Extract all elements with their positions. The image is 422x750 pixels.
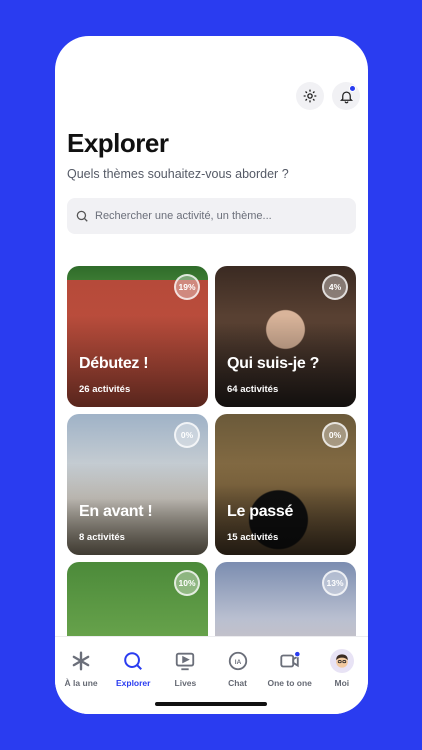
ia-chat-icon: IA (226, 649, 250, 673)
svg-text:IA: IA (234, 659, 241, 666)
card-activity-count: 26 activités (79, 384, 131, 395)
progress-badge: 4% (322, 274, 348, 300)
card-title: Le passé (227, 503, 294, 520)
phone-screen: Explorer Quels thèmes souhaitez-vous abo… (55, 36, 368, 714)
tab-explorer[interactable]: Explorer (107, 649, 159, 714)
notifications-button[interactable] (332, 82, 360, 110)
page-subtitle: Quels thèmes souhaitez-vous aborder ? (67, 167, 289, 181)
progress-badge: 13% (322, 570, 348, 596)
card-title: Qui suis-je ? (227, 355, 320, 372)
search-icon (121, 649, 145, 673)
progress-badge: 0% (322, 422, 348, 448)
avatar-icon (329, 649, 354, 673)
gear-icon (303, 89, 317, 103)
play-screen-icon (173, 649, 197, 673)
tab-label: Lives (174, 678, 197, 688)
video-camera-icon (278, 649, 302, 673)
settings-button[interactable] (296, 82, 324, 110)
search-bar[interactable] (67, 198, 356, 234)
theme-card-en-avant[interactable]: 0% En avant ! 8 activités (67, 414, 208, 555)
search-input[interactable] (95, 210, 345, 222)
asterisk-icon (69, 649, 93, 673)
tab-label: Explorer (115, 678, 151, 688)
home-indicator (155, 702, 267, 706)
card-title: En avant ! (79, 503, 153, 520)
search-icon (76, 210, 88, 222)
tab-one-to-one[interactable]: One to one (264, 649, 316, 714)
tab-a-la-une[interactable]: À la une (55, 649, 107, 714)
tab-label: À la une (64, 678, 98, 688)
top-actions (296, 82, 360, 110)
card-title: Débutez ! (79, 355, 149, 372)
card-activity-count: 64 activités (227, 384, 279, 395)
progress-badge: 19% (174, 274, 200, 300)
card-activity-count: 8 activités (79, 532, 125, 543)
theme-card-le-passe[interactable]: 0% Le passé 15 activités (215, 414, 356, 555)
tab-label: Chat (228, 678, 247, 688)
tab-moi[interactable]: Moi (316, 649, 368, 714)
page-title: Explorer (67, 128, 169, 158)
notification-dot (349, 85, 356, 92)
tab-label: Moi (334, 678, 350, 688)
progress-badge: 10% (174, 570, 200, 596)
theme-card-debutez[interactable]: 19% Débutez ! 26 activités (67, 266, 208, 407)
card-activity-count: 15 activités (227, 532, 279, 543)
tab-label: One to one (267, 678, 312, 688)
progress-badge: 0% (174, 422, 200, 448)
theme-card-qui-suis-je[interactable]: 4% Qui suis-je ? 64 activités (215, 266, 356, 407)
